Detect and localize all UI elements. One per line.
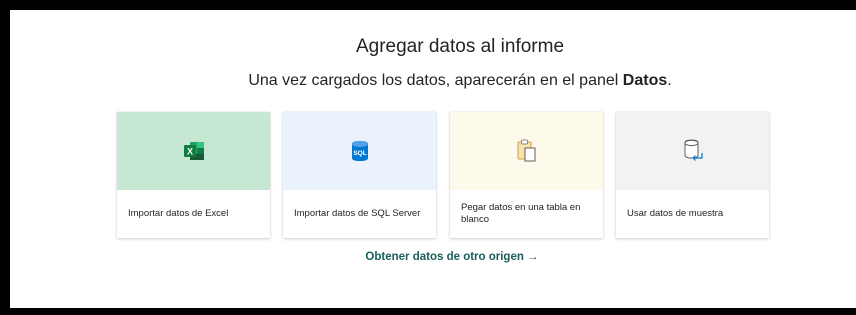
get-data-other-source-link[interactable]: Obtener datos de otro origen → (10, 251, 856, 263)
card-label: Importar datos de Excel (128, 208, 229, 219)
sample-data-icon (682, 139, 704, 163)
card-hero (450, 112, 603, 190)
sql-server-icon: SQL (350, 140, 370, 162)
dialog-subtitle: Una vez cargados los datos, aparecerán e… (10, 72, 856, 90)
subtitle-text: Una vez cargados los datos, aparecerán e… (248, 72, 623, 89)
svg-text:SQL: SQL (353, 150, 366, 157)
paste-icon (516, 139, 538, 163)
excel-icon: X (183, 141, 205, 161)
svg-text:X: X (186, 147, 192, 157)
subtitle-panel-name: Datos (622, 72, 668, 89)
subtitle-period: . (667, 72, 672, 89)
sample-data-card[interactable]: Usar datos de muestra (616, 112, 769, 238)
card-hero (616, 112, 769, 190)
dialog-title: Agregar datos al informe (355, 36, 565, 57)
import-excel-card[interactable]: X Importar datos de Excel (117, 112, 270, 238)
card-hero: SQL (283, 112, 436, 190)
import-sql-server-card[interactable]: SQL Importar datos de SQL Server (283, 112, 436, 238)
card-label: Pegar datos en una tabla en blanco (461, 202, 581, 225)
card-label: Importar datos de SQL Server (294, 208, 421, 219)
add-data-dialog: Agregar datos al informe Una vez cargado… (10, 10, 856, 308)
paste-data-card[interactable]: Pegar datos en una tabla en blanco (450, 112, 603, 238)
card-hero: X (117, 112, 270, 190)
card-label: Usar datos de muestra (627, 208, 724, 219)
